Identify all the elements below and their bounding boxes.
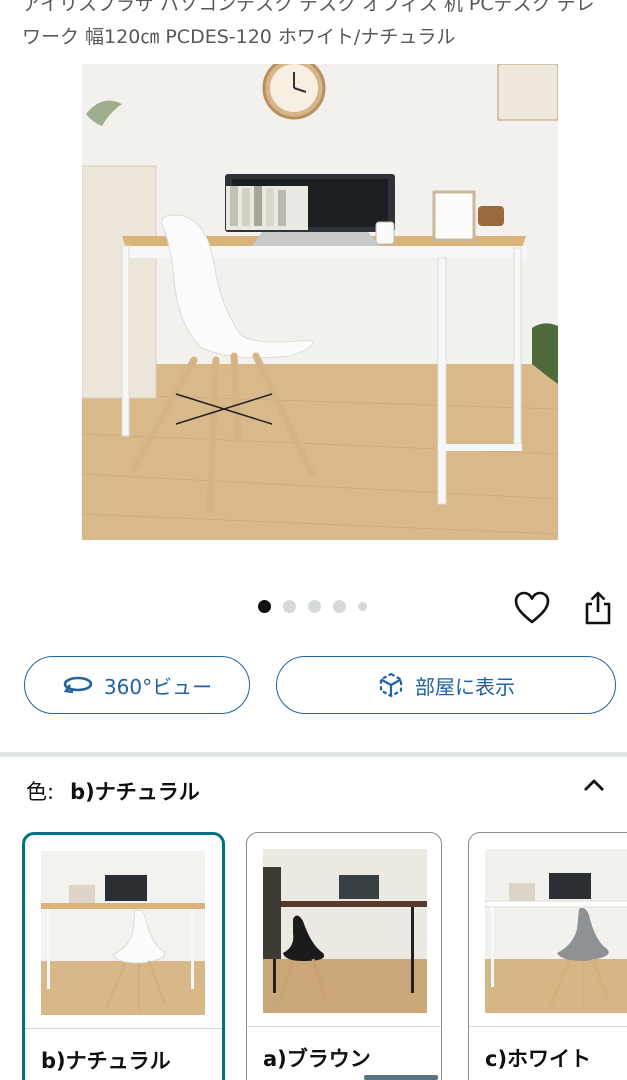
carousel-dot[interactable] [333,600,346,613]
share-icon [585,591,611,625]
heart-outline-icon [514,591,550,624]
view-in-room-button[interactable]: 部屋に表示 [276,656,616,714]
ar-cube-icon [379,672,403,698]
carousel-dot[interactable] [258,600,271,613]
chevron-up-icon [584,779,604,791]
color-variation-header: 色: b)ナチュラル [26,776,200,806]
swatch-image-brown [263,849,427,1013]
carousel-dot[interactable] [358,602,367,611]
view-360-button[interactable]: 360°ビュー [24,656,250,714]
color-swatch-brown[interactable]: a)ブラウン [246,832,442,1080]
product-title: アイリスプラザ パソコンデスク デスク オフィス 机 PCデスク テレワーク 幅… [22,0,595,48]
collapse-variations-button[interactable] [578,770,610,800]
view-360-label: 360°ビュー [103,674,213,699]
swatch-label: b)ナチュラル [41,1049,171,1073]
swatch-image-natural [41,851,205,1015]
view-in-room-label: 部屋に表示 [415,674,515,699]
swatch-label: c)ホワイト [485,1047,592,1071]
color-swatch-natural[interactable]: b)ナチュラル [22,832,225,1080]
color-label: 色: [26,780,55,804]
swatch-label: a)ブラウン [263,1047,371,1071]
carousel-dot[interactable] [283,600,296,613]
desk-scene-image [82,64,558,540]
color-swatch-white[interactable]: c)ホワイト [468,832,627,1080]
wishlist-button[interactable] [512,588,552,628]
section-divider [0,752,627,757]
color-selected-value: b)ナチュラル [70,780,200,804]
horizontal-scroll-indicator [364,1075,438,1080]
product-main-image[interactable] [82,64,558,540]
carousel-dot[interactable] [308,600,321,613]
rotate-360-icon [63,676,93,694]
swatch-image-white [485,849,627,1013]
share-button[interactable] [578,588,618,628]
image-carousel-dots [258,600,367,613]
